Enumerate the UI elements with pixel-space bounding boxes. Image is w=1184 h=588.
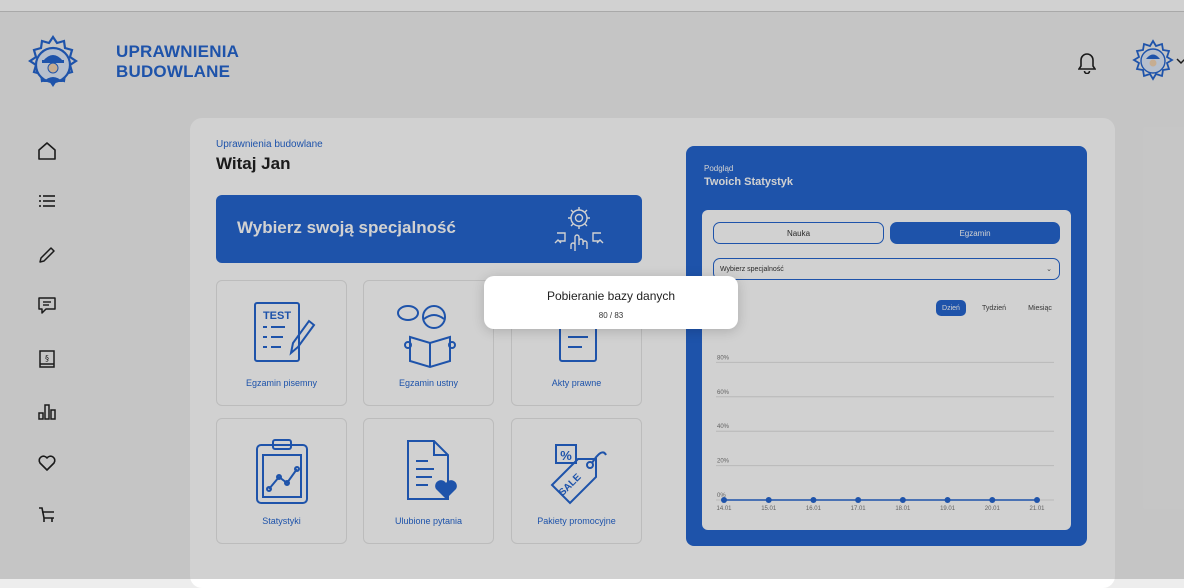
- app: UPRAWNIENIA BUDOWLANE § Uprawnienia budo…: [0, 0, 1184, 588]
- loading-dialog: Pobieranie bazy danych 80 / 83: [484, 276, 738, 329]
- loading-title: Pobieranie bazy danych: [546, 289, 676, 303]
- loading-progress: 80 / 83: [598, 311, 624, 320]
